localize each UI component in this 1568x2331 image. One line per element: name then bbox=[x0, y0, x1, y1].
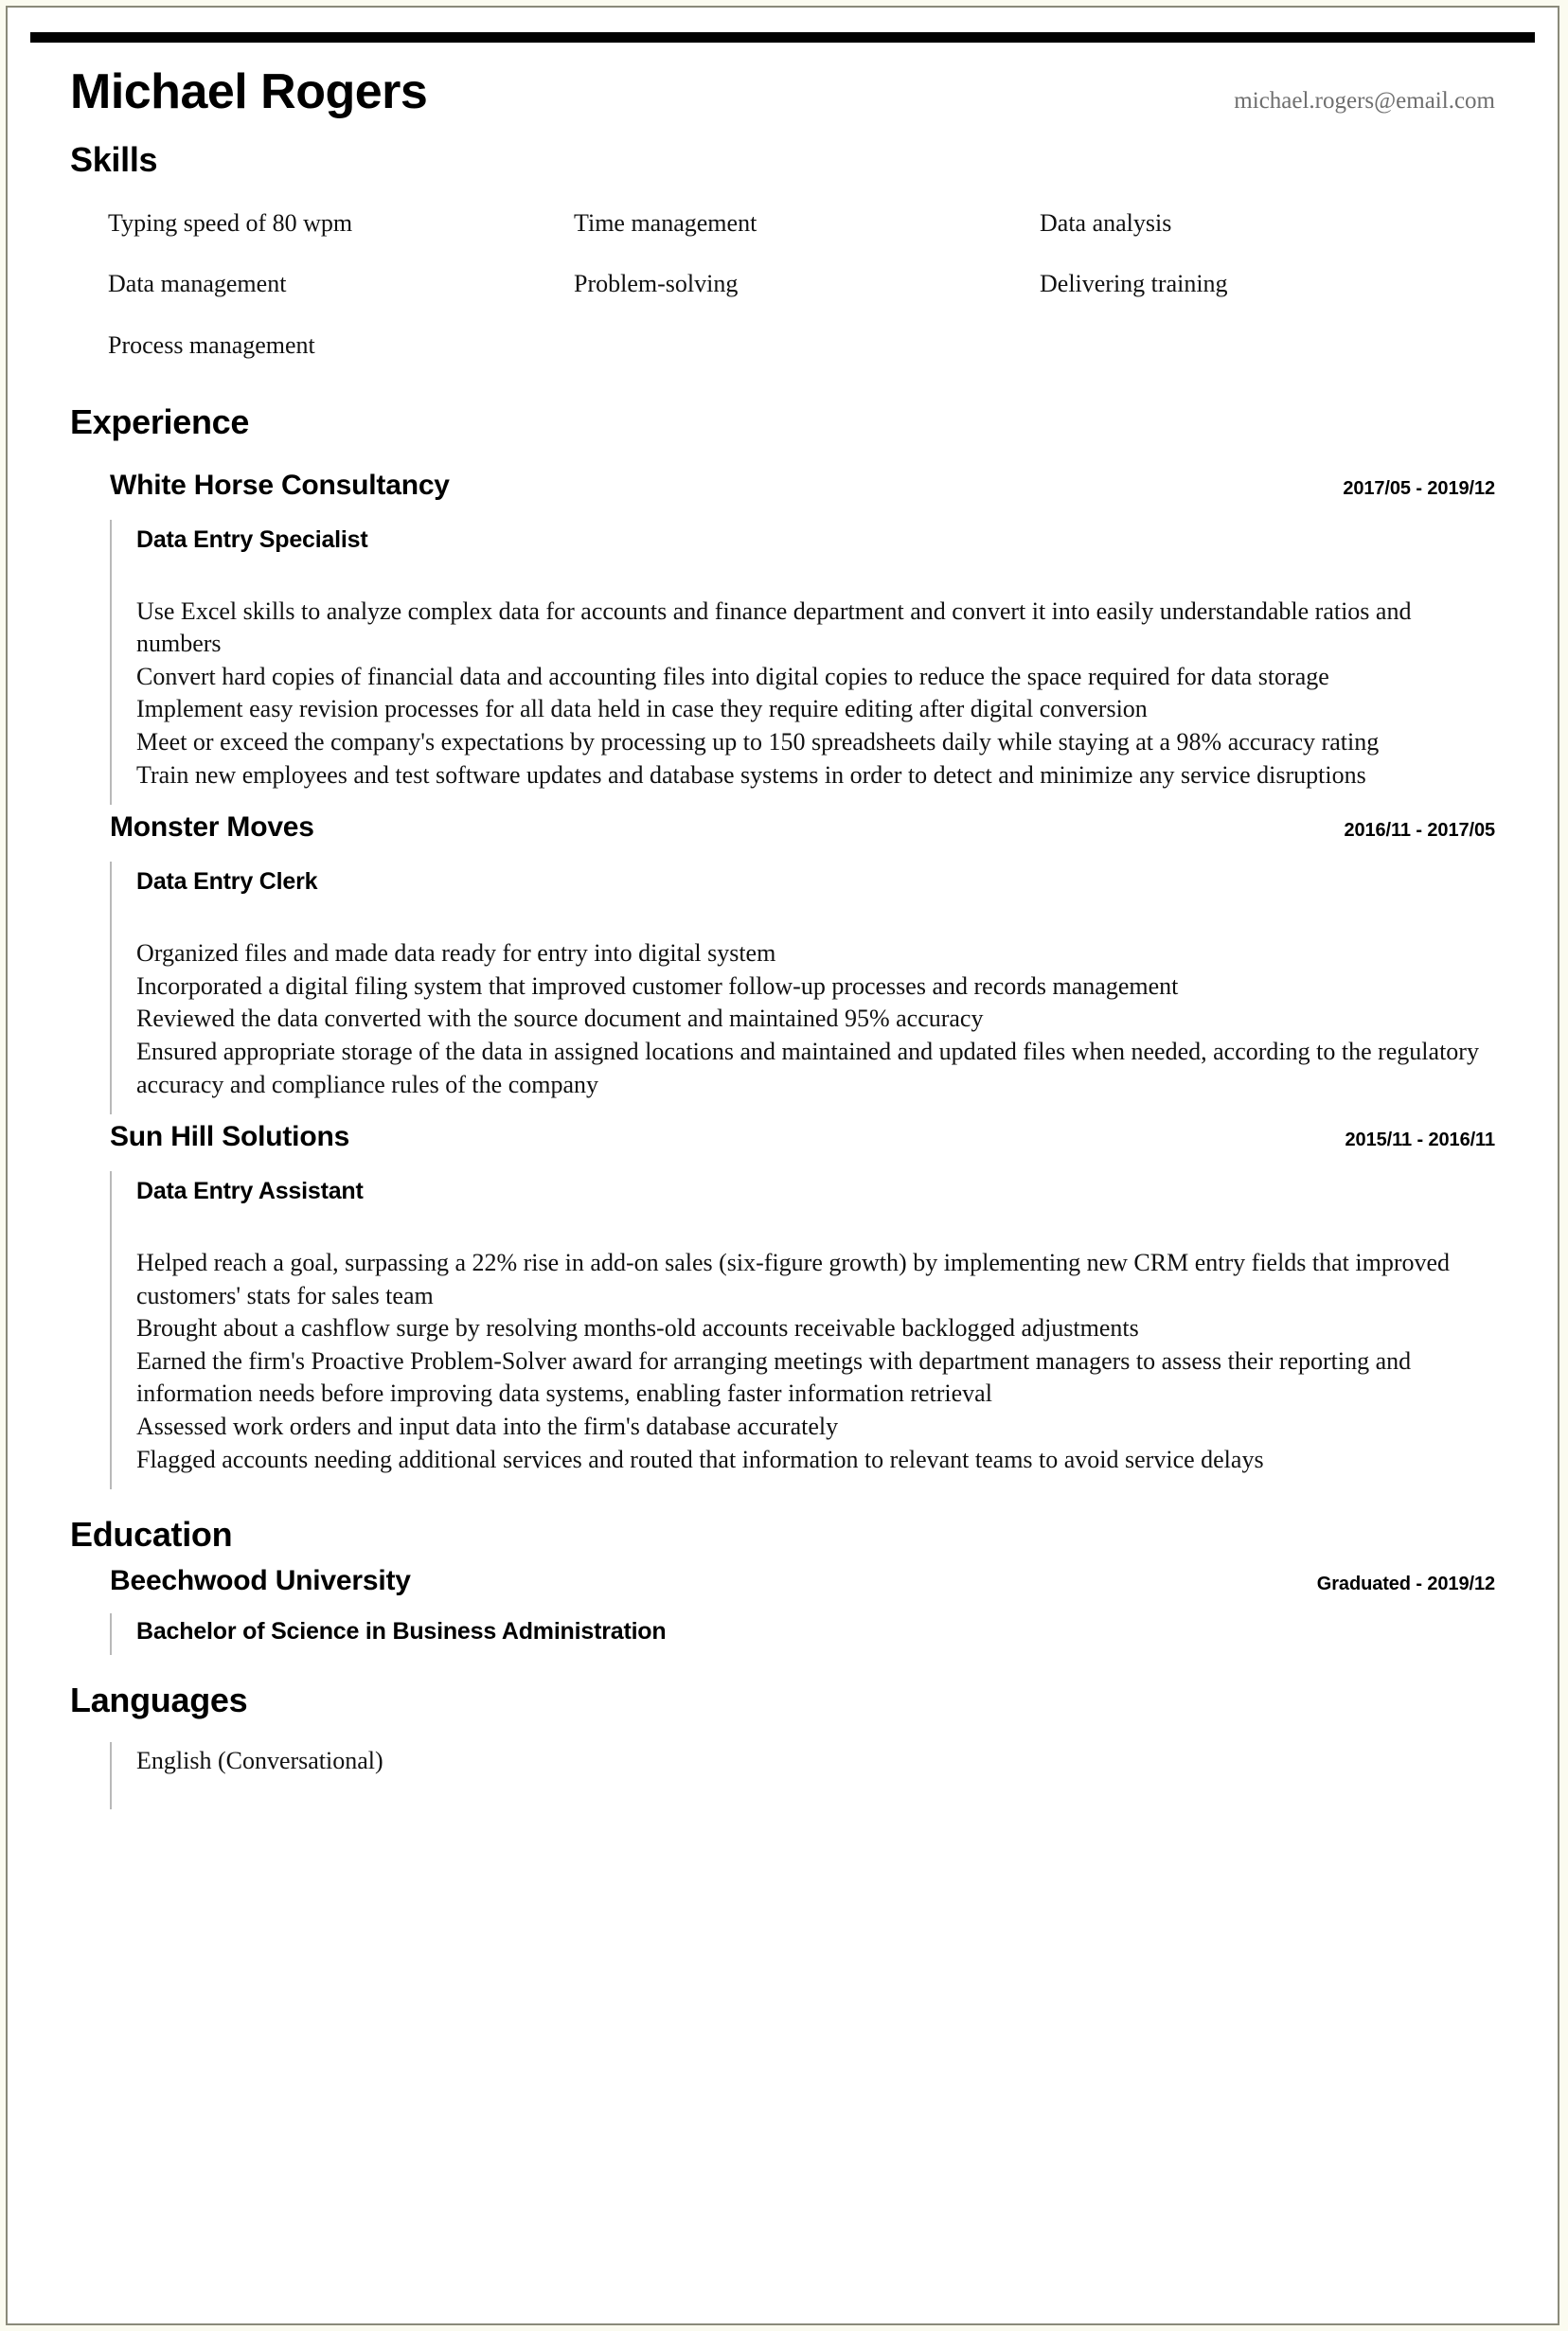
duty-line: Brought about a cashflow surge by resolv… bbox=[136, 1314, 1139, 1343]
duty-line: Incorporated a digital filing system tha… bbox=[136, 971, 1179, 1000]
skill-item: Problem-solving bbox=[574, 270, 739, 298]
resume-header: Michael Rogers michael.rogers@email.com bbox=[70, 66, 1495, 118]
skill-item: Process management bbox=[108, 330, 315, 359]
skills-grid: Typing speed of 80 wpm Time management D… bbox=[108, 208, 1495, 360]
skill-item: Data management bbox=[108, 270, 287, 298]
skill-item: Time management bbox=[574, 208, 757, 237]
employer-name: Monster Moves bbox=[110, 811, 314, 844]
experience-section-heading: Experience bbox=[70, 401, 250, 441]
duty-line: Assessed work orders and input data into… bbox=[136, 1413, 839, 1440]
duty-line: Organized files and made data ready for … bbox=[136, 939, 776, 968]
job-duties: Helped reach a goal, surpassing a 22% ri… bbox=[136, 1247, 1495, 1476]
skill-item: Data analysis bbox=[1040, 208, 1172, 237]
languages-body: English (Conversational) bbox=[110, 1741, 1495, 1809]
experience-entry: Sun Hill Solutions 2015/11 - 2016/11 Dat… bbox=[70, 1120, 1495, 1490]
skill-item: Typing speed of 80 wpm bbox=[108, 208, 353, 237]
candidate-email[interactable]: michael.rogers@email.com bbox=[1234, 88, 1495, 115]
duty-line: Earned the firm's Proactive Problem-Solv… bbox=[136, 1346, 1412, 1408]
job-duties: Use Excel skills to analyze complex data… bbox=[136, 596, 1495, 792]
skills-block: Typing speed of 80 wpm Time management D… bbox=[70, 189, 1495, 373]
candidate-name: Michael Rogers bbox=[70, 64, 428, 119]
education-section-heading: Education bbox=[70, 1515, 233, 1555]
experience-entry: White Horse Consultancy 2017/05 - 2019/1… bbox=[70, 469, 1495, 806]
language-item: English (Conversational) bbox=[136, 1746, 383, 1774]
experience-entry: Monster Moves 2016/11 - 2017/05 Data Ent… bbox=[70, 810, 1495, 1115]
employment-dates: 2015/11 - 2016/11 bbox=[1345, 1130, 1496, 1151]
resume-content: Michael Rogers michael.rogers@email.com … bbox=[8, 8, 1558, 1813]
job-title: Data Entry Specialist bbox=[136, 525, 368, 553]
education-entry-header: Beechwood University Graduated - 2019/12 bbox=[70, 1564, 1495, 1598]
duty-line: Meet or exceed the company's expectation… bbox=[136, 728, 1380, 756]
experience-entry-body: Data Entry Specialist Use Excel skills t… bbox=[110, 519, 1495, 806]
employer-name: White Horse Consultancy bbox=[110, 469, 450, 501]
experience-entry-body: Data Entry Assistant Helped reach a goal… bbox=[110, 1171, 1495, 1490]
languages-section: Languages English (Conversational) bbox=[70, 1680, 1495, 1809]
degree-title: Bachelor of Science in Business Administ… bbox=[136, 1618, 667, 1646]
institution-name: Beechwood University bbox=[110, 1565, 411, 1597]
job-title: Data Entry Assistant bbox=[136, 1178, 364, 1205]
job-title: Data Entry Clerk bbox=[136, 868, 318, 896]
employment-dates: 2017/05 - 2019/12 bbox=[1343, 477, 1495, 499]
employment-dates: 2016/11 - 2017/05 bbox=[1344, 820, 1495, 842]
duty-line: Helped reach a goal, surpassing a 22% ri… bbox=[136, 1249, 1451, 1309]
duty-line: Convert hard copies of financial data an… bbox=[136, 662, 1329, 690]
duty-line: Reviewed the data converted with the sou… bbox=[136, 1005, 984, 1033]
education-entry: Beechwood University Graduated - 2019/12… bbox=[70, 1564, 1495, 1656]
skills-section-heading: Skills bbox=[70, 139, 158, 179]
duty-line: Ensured appropriate storage of the data … bbox=[136, 1037, 1479, 1098]
duty-line: Flagged accounts needing additional serv… bbox=[136, 1445, 1264, 1473]
education-entry-body: Bachelor of Science in Business Administ… bbox=[110, 1613, 1495, 1656]
employer-name: Sun Hill Solutions bbox=[110, 1121, 350, 1153]
duty-line: Use Excel skills to analyze complex data… bbox=[136, 596, 1412, 658]
skill-item: Delivering training bbox=[1040, 270, 1228, 298]
job-duties: Organized files and made data ready for … bbox=[136, 937, 1495, 1101]
experience-section: Experience White Horse Consultancy 2017/… bbox=[70, 401, 1495, 1490]
duty-line: Train new employees and test software up… bbox=[136, 760, 1366, 789]
skills-section: Skills Typing speed of 80 wpm Time manag… bbox=[70, 139, 1495, 373]
languages-section-heading: Languages bbox=[70, 1681, 248, 1720]
education-section: Education Beechwood University Graduated… bbox=[70, 1514, 1495, 1656]
experience-entry-header: White Horse Consultancy 2017/05 - 2019/1… bbox=[70, 469, 1495, 503]
duty-line: Implement easy revision processes for al… bbox=[136, 695, 1148, 723]
experience-list: White Horse Consultancy 2017/05 - 2019/1… bbox=[70, 452, 1495, 1490]
graduation-date: Graduated - 2019/12 bbox=[1316, 1574, 1495, 1595]
experience-entry-header: Monster Moves 2016/11 - 2017/05 bbox=[70, 810, 1495, 845]
resume-page: Michael Rogers michael.rogers@email.com … bbox=[6, 6, 1559, 2325]
experience-entry-body: Data Entry Clerk Organized files and mad… bbox=[110, 862, 1495, 1115]
experience-entry-header: Sun Hill Solutions 2015/11 - 2016/11 bbox=[70, 1120, 1495, 1154]
